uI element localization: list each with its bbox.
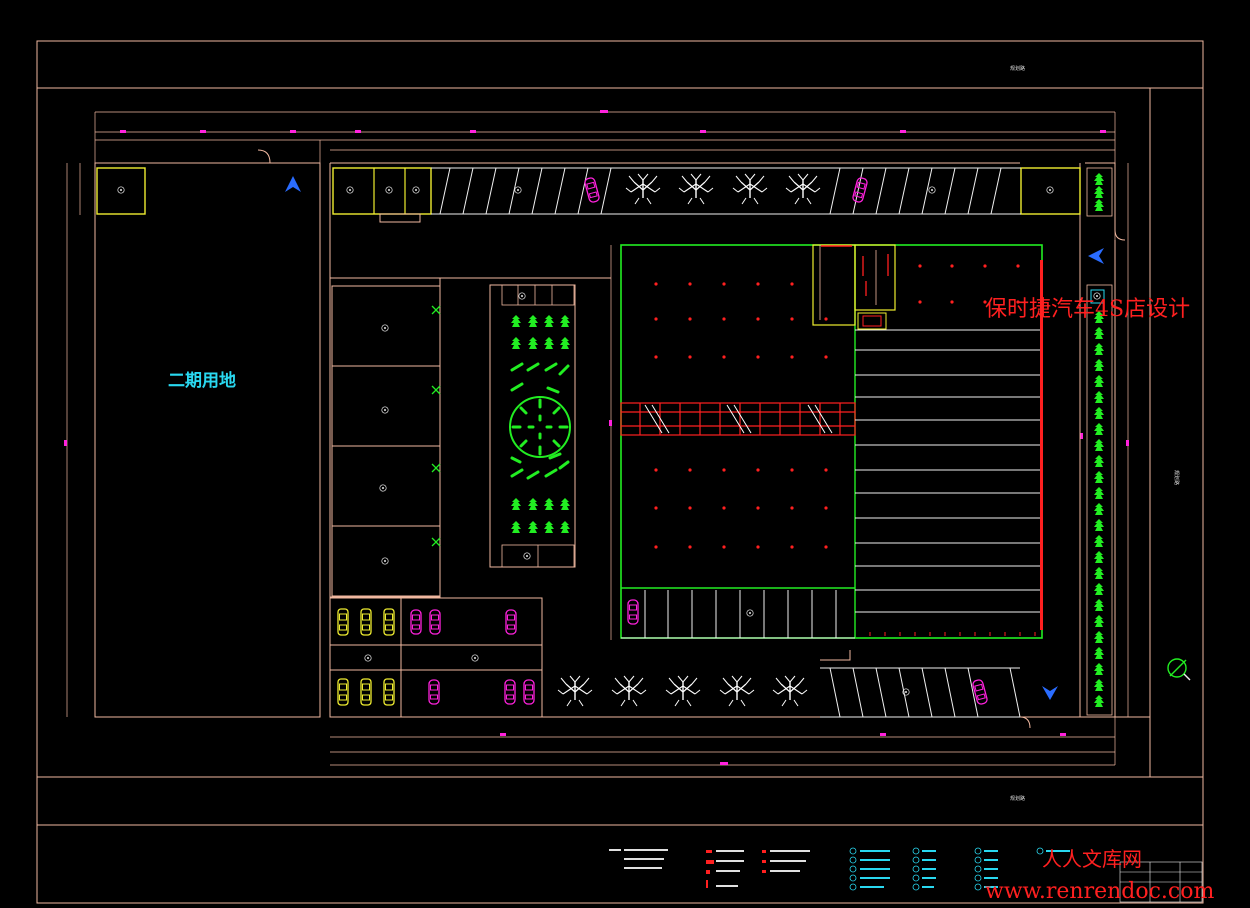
tree-icon [719,675,755,707]
bottom-right-parking [820,667,1021,718]
shrub-icon [511,315,570,533]
top-parking-strip [431,167,1021,215]
service-bays [855,329,1042,613]
tree-icon [625,173,661,205]
right-shrub-belt [1086,167,1113,716]
drawing-frame [36,40,1204,904]
site-boundary [95,149,1150,718]
car-icon [627,599,639,625]
svg-text:规划路: 规划路 [1173,470,1180,485]
north-compass-icon [1167,658,1191,681]
tree-icon [785,173,821,205]
tree-icon [557,675,593,707]
design-title: 保时捷汽车4S店设计 [985,297,1190,322]
tree-icon [678,173,714,205]
guard-house-right [1020,167,1081,215]
central-garden [489,284,576,568]
phase2-land-label: 二期用地 [168,370,236,391]
watermark-cn: 人人文库网 [1042,847,1142,871]
guard-house-left [96,167,146,215]
entry-arrow-icon [1042,686,1058,700]
watermark-url: www.renrendoc.com [985,879,1214,904]
bay-markers [869,632,1036,636]
tree-icon [732,173,768,205]
svg-text:规划路: 规划路 [1010,795,1025,802]
svg-text:规划路: 规划路 [1010,65,1025,72]
parking-below-building [621,590,855,639]
main-building [620,244,1043,639]
tree-icon [772,675,808,707]
entry-arrow-icon [285,176,301,192]
corridor-band [620,402,856,436]
entry-arrow-icon [1088,248,1104,264]
tree-icon [611,675,647,707]
phase2-land-area [94,162,321,718]
column-grid [654,264,1020,549]
tree-row-bottom [557,675,808,707]
site-plan-drawing: 规划路 规划路 规划路 二期用地 保时捷汽车4S店设计 人人文库网 www.re… [36,40,1214,904]
top-service-buildings [332,167,432,223]
car-icon [583,176,601,204]
tree-icon [665,675,701,707]
car-icon [337,608,535,706]
tree-row-top [625,173,821,205]
